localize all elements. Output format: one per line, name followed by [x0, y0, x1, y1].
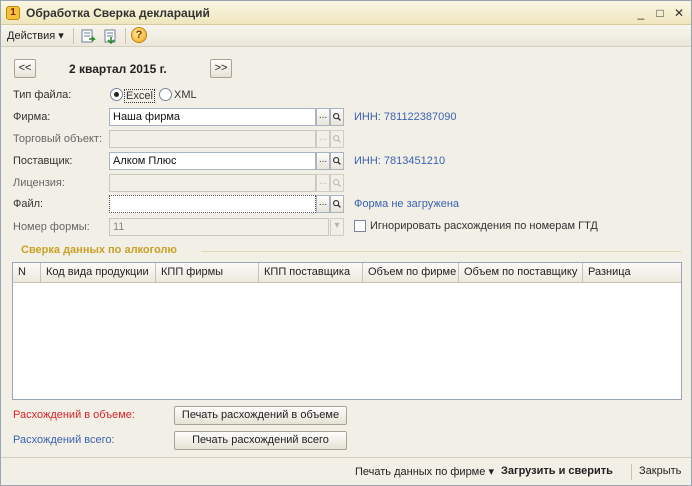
- supplier-search-icon[interactable]: [330, 152, 344, 170]
- close-button[interactable]: Закрыть: [639, 465, 681, 477]
- form-number-select[interactable]: 11: [109, 218, 329, 236]
- toolbar: Действия ▾ ?: [1, 25, 691, 47]
- bottom-bar: Печать данных по фирме ▾ Загрузить и све…: [1, 457, 691, 485]
- print-total-diff-button[interactable]: Печать расхождений всего: [174, 431, 347, 450]
- section-divider: [201, 251, 681, 252]
- help-icon[interactable]: ?: [131, 27, 147, 43]
- firm-label: Фирма:: [13, 111, 51, 123]
- supplier-label: Поставщик:: [13, 155, 73, 167]
- actions-menu[interactable]: Действия ▾: [7, 29, 64, 42]
- close-window-button[interactable]: ✕: [671, 5, 687, 21]
- trade-object-label: Торговый объект:: [13, 133, 103, 145]
- column-header[interactable]: Объем по фирме: [363, 263, 459, 283]
- toolbar-divider: [125, 28, 126, 44]
- prev-period-button[interactable]: <<: [14, 59, 36, 78]
- license-select-button[interactable]: ...: [316, 174, 330, 192]
- file-type-xml-label[interactable]: XML: [174, 89, 197, 101]
- ignore-gtd-checkbox[interactable]: [354, 220, 366, 232]
- supplier-select-button[interactable]: ...: [316, 152, 330, 170]
- footer-divider: [631, 464, 632, 480]
- supplier-inn: ИНН: 7813451210: [354, 155, 446, 167]
- chevron-down-icon: ▾: [488, 466, 494, 478]
- chevron-down-icon: ▾: [58, 30, 64, 42]
- license-search-icon[interactable]: [330, 174, 344, 192]
- load-compare-button[interactable]: Загрузить и сверить: [501, 465, 613, 477]
- supplier-field[interactable]: Алком Плюс: [109, 152, 316, 170]
- trade-object-field[interactable]: [109, 130, 316, 148]
- file-type-excel-radio[interactable]: [110, 88, 123, 101]
- section-title: Сверка данных по алкоголю: [21, 244, 177, 256]
- title-bar: 1 Обработка Сверка деклараций _ □ ✕: [1, 1, 691, 25]
- toolbar-divider: [73, 28, 74, 44]
- table-header: N Код вида продукции КПП фирмы КПП поста…: [13, 263, 681, 283]
- window: 1 Обработка Сверка деклараций _ □ ✕ Дейс…: [0, 0, 692, 486]
- license-label: Лицензия:: [13, 177, 65, 189]
- minimize-button[interactable]: _: [633, 5, 649, 21]
- column-header[interactable]: Код вида продукции: [41, 263, 156, 283]
- file-type-xml-radio[interactable]: [159, 88, 172, 101]
- column-header[interactable]: Разница: [583, 263, 681, 283]
- refresh-icon[interactable]: [79, 27, 97, 45]
- file-type-excel-label[interactable]: Excel: [124, 89, 155, 103]
- window-title: Обработка Сверка деклараций: [26, 6, 210, 20]
- firm-select-button[interactable]: ...: [316, 108, 330, 126]
- data-table[interactable]: N Код вида продукции КПП фирмы КПП поста…: [12, 262, 682, 400]
- actions-label: Действия: [7, 30, 56, 42]
- file-status: Форма не загружена: [354, 198, 460, 210]
- period-label: 2 квартал 2015 г.: [69, 62, 167, 76]
- column-header[interactable]: КПП поставщика: [259, 263, 363, 283]
- file-label: Файл:: [13, 198, 44, 210]
- file-select-button[interactable]: ...: [316, 195, 330, 213]
- trade-object-search-icon[interactable]: [330, 130, 344, 148]
- maximize-button[interactable]: □: [652, 5, 668, 21]
- column-header[interactable]: Объем по поставщику: [459, 263, 583, 283]
- column-header[interactable]: КПП фирмы: [156, 263, 259, 283]
- next-period-button[interactable]: >>: [210, 59, 232, 78]
- file-type-label: Тип файла:: [13, 89, 72, 101]
- app-icon: 1: [6, 6, 20, 20]
- total-diff-label: Расхождений всего:: [13, 434, 115, 446]
- firm-search-icon[interactable]: [330, 108, 344, 126]
- export-icon[interactable]: [102, 27, 120, 45]
- print-firm-data-menu[interactable]: Печать данных по фирме ▾: [355, 465, 494, 478]
- firm-field[interactable]: Наша фирма: [109, 108, 316, 126]
- print-volume-diff-button[interactable]: Печать расхождений в объеме: [174, 406, 347, 425]
- file-field[interactable]: [109, 195, 316, 213]
- license-field[interactable]: [109, 174, 316, 192]
- column-header[interactable]: N: [13, 263, 41, 283]
- trade-object-select-button[interactable]: ...: [316, 130, 330, 148]
- ignore-gtd-label[interactable]: Игнорировать расхождения по номерам ГТД: [370, 220, 598, 232]
- volume-diff-label: Расхождений в объеме:: [13, 409, 135, 421]
- firm-inn: ИНН: 781122387090: [354, 111, 457, 123]
- form-number-dropdown-icon[interactable]: ▾: [330, 218, 344, 236]
- print-firm-data-label: Печать данных по фирме: [355, 466, 486, 478]
- form-number-label: Номер формы:: [13, 221, 90, 233]
- file-search-icon[interactable]: [330, 195, 344, 213]
